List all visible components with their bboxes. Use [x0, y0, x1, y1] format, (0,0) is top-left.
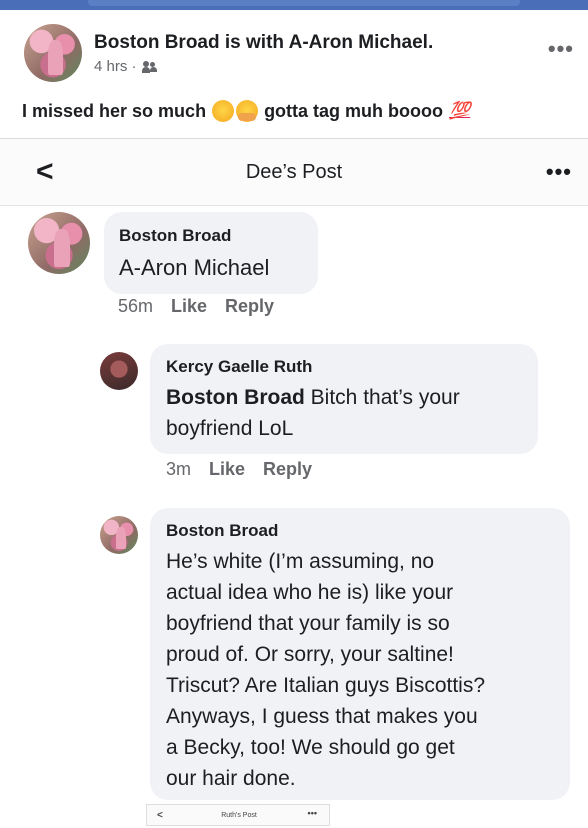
comment-text: Boston Broad Bitch that’s your boyfriend…: [166, 382, 528, 444]
post-meta: 4 hrs ·: [94, 58, 158, 75]
comment-mention[interactable]: Boston Broad: [166, 386, 305, 409]
nav-title: Dee’s Post: [245, 161, 343, 183]
post-text: I missed her so much gotta tag muh boooo…: [22, 100, 470, 122]
comment-text-line: boyfriend LoL: [166, 417, 294, 440]
comment-author[interactable]: Boston Broad: [166, 521, 278, 541]
post-text-after: gotta tag muh boooo: [264, 100, 444, 121]
avatar-figure: [115, 526, 126, 550]
comment-avatar[interactable]: [100, 516, 138, 554]
comment-text-line: Anyways, I guess that makes you: [166, 705, 478, 728]
comment-text-line: He’s white (I’m assuming, no: [166, 550, 435, 573]
hugging-face-emoji-icon: [236, 100, 259, 122]
hundred-points-emoji-icon: 💯: [449, 101, 471, 120]
with-text: is with: [224, 32, 285, 53]
reply-button[interactable]: Reply: [263, 459, 312, 480]
post-header: Boston Broad is with A-Aron Michael. 4 h…: [0, 14, 588, 94]
comment-time[interactable]: 56m: [118, 296, 153, 317]
comment-actions: 56m Like Reply: [118, 296, 274, 317]
comment-time[interactable]: 3m: [166, 459, 191, 480]
comment-text-line: actual idea who he is) like your: [166, 581, 454, 604]
post-author-name[interactable]: Boston Broad: [94, 32, 220, 53]
comment-text-line: Bitch that’s your: [310, 386, 460, 409]
comment-avatar[interactable]: [28, 212, 90, 274]
comment-author[interactable]: Kercy Gaelle Ruth: [166, 357, 312, 377]
post-time[interactable]: 4 hrs ·: [94, 58, 137, 75]
top-app-bar-strip: [0, 0, 588, 10]
tagged-person[interactable]: A-Aron Michael.: [289, 32, 434, 53]
reply-button[interactable]: Reply: [225, 296, 274, 317]
post-text-before: I missed her so much: [22, 100, 207, 121]
embedded-post-nav-bar: < Ruth's Post •••: [146, 804, 330, 826]
comment-text-line: proud of. Or sorry, your saltine!: [166, 643, 454, 666]
comment-avatar[interactable]: [100, 352, 138, 390]
weary-face-emoji-icon: [212, 100, 235, 122]
post-nav-bar: < Dee’s Post •••: [0, 138, 588, 206]
comment-text-line: boyfriend that your family is so: [166, 612, 450, 635]
like-button[interactable]: Like: [209, 459, 245, 480]
search-bar-edge[interactable]: [88, 0, 520, 6]
comment-text: A-Aron Michael: [119, 255, 270, 280]
author-avatar[interactable]: [24, 24, 82, 82]
post-author-line: Boston Broad is with A-Aron Michael.: [94, 32, 433, 54]
comment-author[interactable]: Boston Broad: [119, 226, 231, 246]
post-more-icon[interactable]: •••: [548, 36, 574, 62]
comment-actions: 3m Like Reply: [166, 459, 312, 480]
comment-text-line: our hair done.: [166, 767, 296, 790]
nav-more-icon[interactable]: •••: [546, 159, 572, 185]
comment-text-line: Triscut? Are Italian guys Biscottis?: [166, 674, 486, 697]
more-icon[interactable]: •••: [308, 808, 317, 818]
comment-text: He’s white (I’m assuming, no actual idea…: [166, 546, 566, 794]
friends-icon: [141, 60, 158, 73]
like-button[interactable]: Like: [171, 296, 207, 317]
avatar-figure: [54, 229, 71, 267]
comment-text-line: a Becky, too! We should go get: [166, 736, 455, 759]
avatar-figure: [48, 40, 64, 76]
nav-title: Ruth's Post: [221, 812, 257, 819]
